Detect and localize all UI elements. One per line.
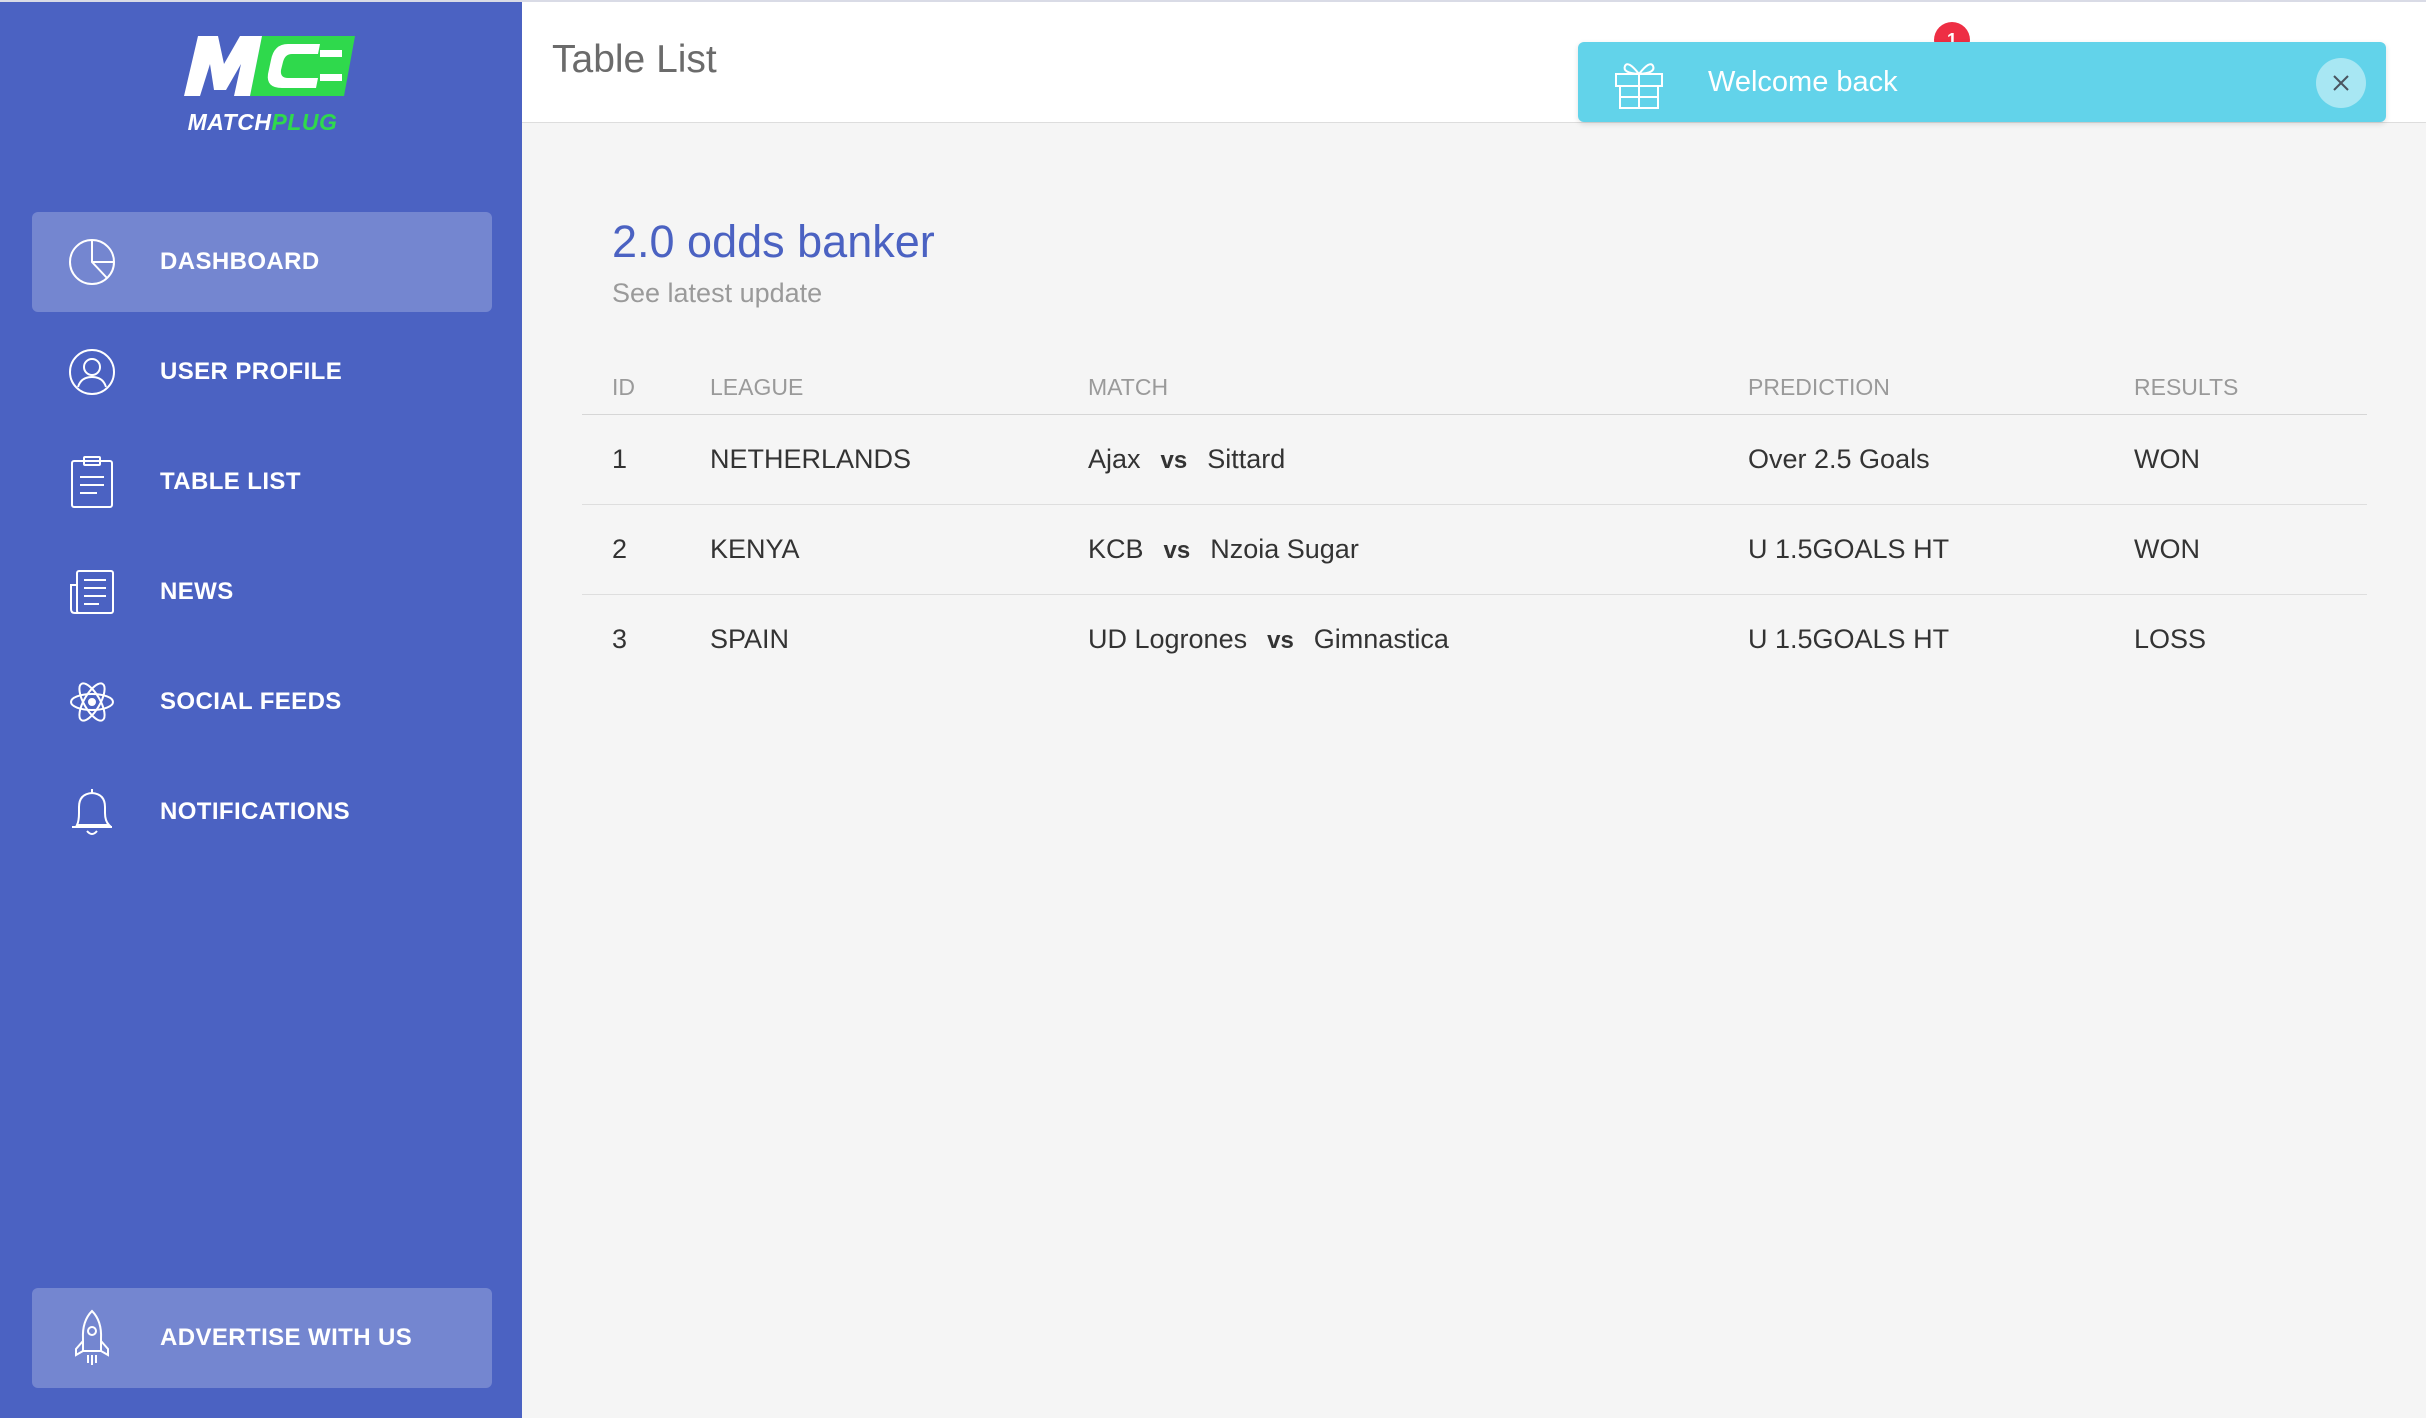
table-row: 3 SPAIN UD Logrones vs Gimnastica U 1.5GOA… [582, 595, 2367, 685]
cell-prediction: Over 2.5 Goals [1748, 414, 2134, 505]
user-icon [64, 344, 120, 400]
cell-id: 2 [582, 504, 710, 595]
cell-result: WON [2134, 504, 2367, 595]
vs-label: vs [1163, 537, 1191, 564]
column-header-id: ID [582, 360, 710, 415]
vs-label: vs [1160, 447, 1188, 474]
away-team: Nzoia Sugar [1210, 534, 1359, 564]
gift-icon [1612, 56, 1666, 110]
sidebar-item-label: DASHBOARD [160, 248, 320, 275]
sidebar-item-user-profile[interactable]: USER PROFILE [32, 322, 492, 422]
card-title: 2.0 odds banker [612, 216, 935, 267]
atom-icon [64, 674, 120, 730]
close-toast-button[interactable] [2316, 58, 2366, 108]
pie-chart-icon [64, 234, 120, 290]
home-team: KCB [1088, 534, 1144, 564]
away-team: Sittard [1207, 444, 1286, 474]
cell-prediction: U 1.5GOALS HT [1748, 624, 1950, 654]
home-team: UD Logrones [1088, 624, 1248, 654]
cell-id: 1 [582, 414, 710, 505]
odds-table: ID LEAGUE MATCH PREDICTION RESULTS 1 NET… [582, 360, 2367, 684]
sidebar-item-label: TABLE LIST [160, 468, 301, 495]
brand-logo[interactable]: MATCHPLUG [170, 30, 355, 140]
sidebar-item-label: USER PROFILE [160, 358, 343, 385]
table-row: 2 KENYA KCB vs Nzoia Sugar U 1.5GOALS HT W… [582, 504, 2367, 595]
mc-plug-logo-icon [184, 36, 355, 96]
cell-id: 3 [612, 624, 628, 654]
cell-result: LOSS [2134, 624, 2207, 654]
column-header-match: MATCH [1088, 360, 1748, 415]
cell-result: WON [2134, 414, 2367, 505]
column-header-results: RESULTS [2134, 360, 2367, 415]
welcome-toast: Welcome back [1578, 42, 2386, 122]
vs-label: vs [1267, 627, 1294, 654]
clipboard-icon [64, 454, 120, 510]
sidebar-item-dashboard[interactable]: DASHBOARD [32, 212, 492, 312]
home-team: Ajax [1088, 444, 1141, 474]
sidebar-item-label: NOTIFICATIONS [160, 798, 351, 825]
sidebar-item-table-list[interactable]: TABLE LIST [32, 432, 492, 532]
cell-prediction: U 1.5GOALS HT [1748, 504, 2134, 595]
advertise-button[interactable]: ADVERTISE WITH US [32, 1288, 492, 1388]
advertise-label: ADVERTISE WITH US [160, 1324, 413, 1351]
sidebar-item-notifications[interactable]: NOTIFICATIONS [32, 762, 492, 862]
cell-league: NETHERLANDS [710, 414, 1088, 505]
sidebar: MATCHPLUG DASHBOARD USER PROFILE TABLE L… [0, 0, 522, 1418]
sidebar-item-social-feeds[interactable]: SOCIAL FEEDS [32, 652, 492, 752]
card-subtitle: See latest update [612, 278, 823, 308]
table-row: 1 NETHERLANDS Ajax vs Sittard Over 2.5 Goa… [582, 414, 2367, 505]
table-header-row: ID LEAGUE MATCH PREDICTION RESULTS [582, 360, 2367, 415]
close-icon [2333, 75, 2349, 91]
cell-match: Ajax vs Sittard [1088, 414, 1748, 505]
toast-message: Welcome back [1708, 66, 1898, 98]
newspaper-icon [64, 564, 120, 620]
cell-league: SPAIN [710, 624, 790, 654]
rocket-icon [64, 1309, 120, 1366]
cell-match: UD Logrones vs Gimnastica [1088, 595, 1748, 685]
cell-match: KCB vs Nzoia Sugar [1088, 504, 1748, 595]
column-header-prediction: PREDICTION [1748, 360, 2134, 415]
brand-name: MATCHPLUG [187, 109, 338, 135]
bell-icon [64, 784, 120, 840]
page-title: Table List [552, 38, 717, 81]
column-header-league: LEAGUE [710, 360, 1088, 415]
sidebar-item-label: NEWS [160, 578, 234, 605]
cell-league: KENYA [710, 504, 1088, 595]
away-team: Gimnastica [1313, 624, 1449, 654]
sidebar-item-label: SOCIAL FEEDS [160, 688, 342, 715]
sidebar-item-news[interactable]: NEWS [32, 542, 492, 642]
